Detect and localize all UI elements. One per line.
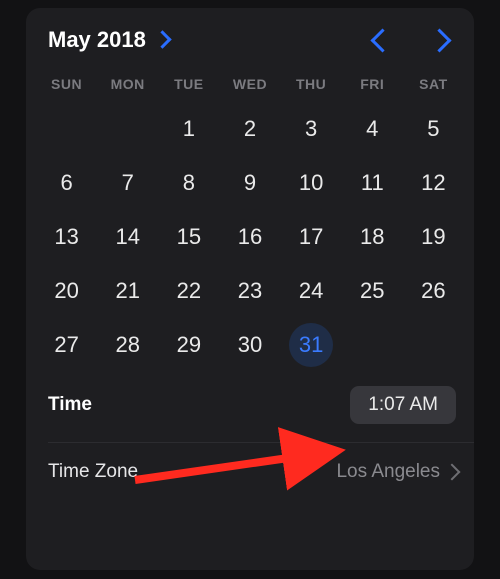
calendar-day[interactable]: 14 (97, 210, 158, 264)
calendar-day-number: 15 (177, 224, 201, 250)
timezone-label: Time Zone (48, 461, 138, 483)
timezone-value-group: Los Angeles (336, 461, 462, 483)
calendar-empty-cell (36, 102, 97, 156)
calendar-day-number: 4 (366, 116, 378, 142)
calendar-day[interactable]: 25 (342, 264, 403, 318)
weekday-label: SAT (403, 76, 464, 92)
calendar-day-number: 25 (360, 278, 384, 304)
calendar-day[interactable]: 16 (219, 210, 280, 264)
calendar-day-number: 23 (238, 278, 262, 304)
calendar-day-number: 27 (54, 332, 78, 358)
calendar-day[interactable]: 13 (36, 210, 97, 264)
timezone-value: Los Angeles (336, 461, 440, 483)
calendar-day-number: 21 (115, 278, 139, 304)
next-month-button[interactable] (427, 28, 451, 52)
chevron-right-icon (153, 30, 171, 48)
calendar-day[interactable]: 4 (342, 102, 403, 156)
calendar-day[interactable]: 7 (97, 156, 158, 210)
calendar-day-number: 7 (122, 170, 134, 196)
calendar-day[interactable]: 21 (97, 264, 158, 318)
calendar-day-number: 31 (299, 332, 323, 358)
calendar-day[interactable]: 1 (158, 102, 219, 156)
calendar-day[interactable]: 17 (281, 210, 342, 264)
calendar-day-number: 13 (54, 224, 78, 250)
calendar-grid: 1234567891011121314151617181920212223242… (26, 92, 474, 372)
calendar-day-number: 1 (183, 116, 195, 142)
calendar-day[interactable]: 5 (403, 102, 464, 156)
calendar-day-number: 14 (115, 224, 139, 250)
calendar-day-number: 24 (299, 278, 323, 304)
calendar-day-number: 29 (177, 332, 201, 358)
chevron-right-icon (444, 464, 461, 481)
month-nav (374, 32, 456, 49)
calendar-day[interactable]: 2 (219, 102, 280, 156)
month-year-label: May 2018 (48, 27, 146, 53)
calendar-day[interactable]: 10 (281, 156, 342, 210)
date-time-picker-card: May 2018 SUNMONTUEWEDTHUFRISAT 123456789… (26, 8, 474, 570)
calendar-day[interactable]: 22 (158, 264, 219, 318)
weekday-header-row: SUNMONTUEWEDTHUFRISAT (26, 72, 474, 92)
calendar-day[interactable]: 29 (158, 318, 219, 372)
time-row: Time 1:07 AM (26, 372, 474, 442)
calendar-day[interactable]: 9 (219, 156, 280, 210)
calendar-day-number: 28 (115, 332, 139, 358)
calendar-day-number: 6 (60, 170, 72, 196)
calendar-day-number: 26 (421, 278, 445, 304)
weekday-label: FRI (342, 76, 403, 92)
calendar-day-number: 20 (54, 278, 78, 304)
time-value-button[interactable]: 1:07 AM (350, 386, 456, 424)
calendar-day-number: 11 (361, 170, 384, 196)
calendar-day[interactable]: 23 (219, 264, 280, 318)
calendar-day-number: 30 (238, 332, 262, 358)
calendar-day[interactable]: 27 (36, 318, 97, 372)
calendar-day[interactable]: 24 (281, 264, 342, 318)
calendar-header: May 2018 (26, 8, 474, 72)
calendar-empty-cell (97, 102, 158, 156)
timezone-row[interactable]: Time Zone Los Angeles (26, 443, 474, 483)
calendar-day-number: 12 (421, 170, 445, 196)
calendar-day[interactable]: 30 (219, 318, 280, 372)
weekday-label: THU (281, 76, 342, 92)
calendar-day[interactable]: 11 (342, 156, 403, 210)
calendar-day-number: 9 (244, 170, 256, 196)
calendar-day-number: 19 (421, 224, 445, 250)
calendar-day-number: 18 (360, 224, 384, 250)
calendar-day[interactable]: 31 (281, 318, 342, 372)
calendar-day-number: 10 (299, 170, 323, 196)
calendar-day[interactable]: 3 (281, 102, 342, 156)
calendar-day[interactable]: 12 (403, 156, 464, 210)
calendar-day[interactable]: 18 (342, 210, 403, 264)
calendar-day-number: 22 (177, 278, 201, 304)
calendar-day[interactable]: 15 (158, 210, 219, 264)
calendar-day-number: 16 (238, 224, 262, 250)
weekday-label: SUN (36, 76, 97, 92)
prev-month-button[interactable] (370, 28, 394, 52)
calendar-day[interactable]: 19 (403, 210, 464, 264)
calendar-day[interactable]: 20 (36, 264, 97, 318)
weekday-label: TUE (158, 76, 219, 92)
calendar-day[interactable]: 6 (36, 156, 97, 210)
calendar-day-number: 17 (299, 224, 323, 250)
calendar-day[interactable]: 8 (158, 156, 219, 210)
calendar-day-number: 2 (244, 116, 256, 142)
time-label: Time (48, 394, 92, 416)
calendar-day[interactable]: 26 (403, 264, 464, 318)
weekday-label: MON (97, 76, 158, 92)
calendar-day[interactable]: 28 (97, 318, 158, 372)
calendar-day-number: 8 (183, 170, 195, 196)
calendar-day-number: 5 (427, 116, 439, 142)
calendar-day-number: 3 (305, 116, 317, 142)
month-year-button[interactable]: May 2018 (48, 27, 169, 53)
weekday-label: WED (219, 76, 280, 92)
